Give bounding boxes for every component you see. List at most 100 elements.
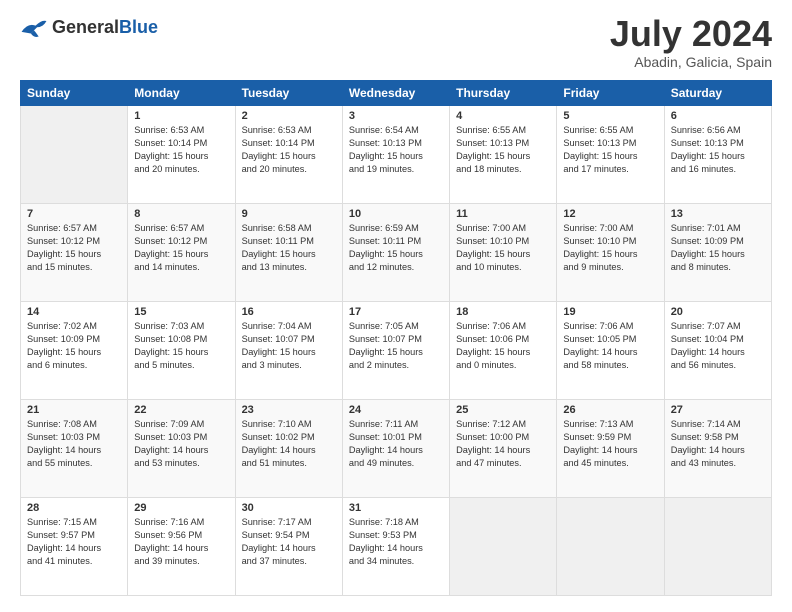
day-info: Sunrise: 6:57 AMSunset: 10:12 PMDaylight… [134, 222, 228, 274]
table-row: 12 Sunrise: 7:00 AMSunset: 10:10 PMDaylig… [557, 204, 664, 302]
table-row [664, 498, 771, 596]
table-row: 5 Sunrise: 6:55 AMSunset: 10:13 PMDayligh… [557, 106, 664, 204]
page: GeneralBlue July 2024 Abadin, Galicia, S… [0, 0, 792, 612]
day-info: Sunrise: 7:04 AMSunset: 10:07 PMDaylight… [242, 320, 336, 372]
day-number: 30 [242, 502, 336, 514]
day-info: Sunrise: 6:58 AMSunset: 10:11 PMDaylight… [242, 222, 336, 274]
table-row: 29 Sunrise: 7:16 AMSunset: 9:56 PMDayligh… [128, 498, 235, 596]
day-info: Sunrise: 7:14 AMSunset: 9:58 PMDaylight:… [671, 418, 765, 470]
day-info: Sunrise: 7:15 AMSunset: 9:57 PMDaylight:… [27, 516, 121, 568]
day-number: 8 [134, 208, 228, 220]
day-info: Sunrise: 6:57 AMSunset: 10:12 PMDaylight… [27, 222, 121, 274]
day-number: 27 [671, 404, 765, 416]
day-number: 3 [349, 110, 443, 122]
day-number: 5 [563, 110, 657, 122]
day-info: Sunrise: 6:54 AMSunset: 10:13 PMDaylight… [349, 124, 443, 176]
day-number: 20 [671, 306, 765, 318]
day-number: 21 [27, 404, 121, 416]
day-info: Sunrise: 6:55 AMSunset: 10:13 PMDaylight… [456, 124, 550, 176]
day-info: Sunrise: 7:18 AMSunset: 9:53 PMDaylight:… [349, 516, 443, 568]
col-wednesday: Wednesday [342, 81, 449, 106]
col-tuesday: Tuesday [235, 81, 342, 106]
table-row: 21Sunrise: 7:08 AMSunset: 10:03 PMDaylig… [21, 400, 128, 498]
day-number: 9 [242, 208, 336, 220]
day-info: Sunrise: 7:09 AMSunset: 10:03 PMDaylight… [134, 418, 228, 470]
table-row: 20Sunrise: 7:07 AMSunset: 10:04 PMDaylig… [664, 302, 771, 400]
table-row: 1 Sunrise: 6:53 AMSunset: 10:14 PMDayligh… [128, 106, 235, 204]
month-title: July 2024 [610, 16, 772, 52]
table-row: 7Sunrise: 6:57 AMSunset: 10:12 PMDayligh… [21, 204, 128, 302]
day-number: 13 [671, 208, 765, 220]
day-number: 16 [242, 306, 336, 318]
logo: GeneralBlue [20, 16, 158, 40]
col-sunday: Sunday [21, 81, 128, 106]
day-info: Sunrise: 7:01 AMSunset: 10:09 PMDaylight… [671, 222, 765, 274]
calendar-week-1: 1 Sunrise: 6:53 AMSunset: 10:14 PMDayligh… [21, 106, 772, 204]
day-info: Sunrise: 7:17 AMSunset: 9:54 PMDaylight:… [242, 516, 336, 568]
day-number: 1 [134, 110, 228, 122]
calendar-table: Sunday Monday Tuesday Wednesday Thursday… [20, 80, 772, 596]
table-row: 8 Sunrise: 6:57 AMSunset: 10:12 PMDayligh… [128, 204, 235, 302]
day-number: 15 [134, 306, 228, 318]
table-row: 2Sunrise: 6:53 AMSunset: 10:14 PMDayligh… [235, 106, 342, 204]
table-row: 19 Sunrise: 7:06 AMSunset: 10:05 PMDaylig… [557, 302, 664, 400]
day-info: Sunrise: 7:10 AMSunset: 10:02 PMDaylight… [242, 418, 336, 470]
table-row: 6Sunrise: 6:56 AMSunset: 10:13 PMDayligh… [664, 106, 771, 204]
day-info: Sunrise: 6:55 AMSunset: 10:13 PMDaylight… [563, 124, 657, 176]
table-row [450, 498, 557, 596]
day-info: Sunrise: 7:06 AMSunset: 10:06 PMDaylight… [456, 320, 550, 372]
col-thursday: Thursday [450, 81, 557, 106]
table-row: 3 Sunrise: 6:54 AMSunset: 10:13 PMDayligh… [342, 106, 449, 204]
table-row: 16 Sunrise: 7:04 AMSunset: 10:07 PMDaylig… [235, 302, 342, 400]
calendar-week-2: 7Sunrise: 6:57 AMSunset: 10:12 PMDayligh… [21, 204, 772, 302]
title-section: July 2024 Abadin, Galicia, Spain [610, 16, 772, 70]
location: Abadin, Galicia, Spain [610, 54, 772, 70]
logo-general: General [52, 17, 119, 37]
table-row: 22Sunrise: 7:09 AMSunset: 10:03 PMDaylig… [128, 400, 235, 498]
table-row [21, 106, 128, 204]
day-number: 24 [349, 404, 443, 416]
table-row: 9 Sunrise: 6:58 AMSunset: 10:11 PMDayligh… [235, 204, 342, 302]
calendar-week-5: 28 Sunrise: 7:15 AMSunset: 9:57 PMDayligh… [21, 498, 772, 596]
day-info: Sunrise: 7:00 AMSunset: 10:10 PMDaylight… [563, 222, 657, 274]
day-info: Sunrise: 7:02 AMSunset: 10:09 PMDaylight… [27, 320, 121, 372]
day-info: Sunrise: 7:16 AMSunset: 9:56 PMDaylight:… [134, 516, 228, 568]
table-row: 31 Sunrise: 7:18 AMSunset: 9:53 PMDayligh… [342, 498, 449, 596]
day-number: 25 [456, 404, 550, 416]
day-number: 11 [456, 208, 550, 220]
day-number: 18 [456, 306, 550, 318]
table-row: 30 Sunrise: 7:17 AMSunset: 9:54 PMDayligh… [235, 498, 342, 596]
day-info: Sunrise: 7:05 AMSunset: 10:07 PMDaylight… [349, 320, 443, 372]
day-info: Sunrise: 6:56 AMSunset: 10:13 PMDaylight… [671, 124, 765, 176]
day-number: 4 [456, 110, 550, 122]
day-number: 10 [349, 208, 443, 220]
table-row: 11Sunrise: 7:00 AMSunset: 10:10 PMDaylig… [450, 204, 557, 302]
logo-blue: Blue [119, 17, 158, 37]
day-info: Sunrise: 6:59 AMSunset: 10:11 PMDaylight… [349, 222, 443, 274]
header: GeneralBlue July 2024 Abadin, Galicia, S… [20, 16, 772, 70]
day-number: 29 [134, 502, 228, 514]
table-row: 23 Sunrise: 7:10 AMSunset: 10:02 PMDaylig… [235, 400, 342, 498]
day-number: 19 [563, 306, 657, 318]
logo-icon [20, 16, 48, 40]
day-number: 31 [349, 502, 443, 514]
table-row: 25 Sunrise: 7:12 AMSunset: 10:00 PMDaylig… [450, 400, 557, 498]
day-number: 17 [349, 306, 443, 318]
table-row [557, 498, 664, 596]
day-number: 2 [242, 110, 336, 122]
col-friday: Friday [557, 81, 664, 106]
day-number: 14 [27, 306, 121, 318]
day-info: Sunrise: 7:06 AMSunset: 10:05 PMDaylight… [563, 320, 657, 372]
col-monday: Monday [128, 81, 235, 106]
day-number: 12 [563, 208, 657, 220]
day-number: 23 [242, 404, 336, 416]
day-info: Sunrise: 7:12 AMSunset: 10:00 PMDaylight… [456, 418, 550, 470]
table-row: 10 Sunrise: 6:59 AMSunset: 10:11 PMDaylig… [342, 204, 449, 302]
table-row: 26Sunrise: 7:13 AMSunset: 9:59 PMDayligh… [557, 400, 664, 498]
table-row: 18 Sunrise: 7:06 AMSunset: 10:06 PMDaylig… [450, 302, 557, 400]
day-number: 28 [27, 502, 121, 514]
table-row: 4 Sunrise: 6:55 AMSunset: 10:13 PMDayligh… [450, 106, 557, 204]
day-info: Sunrise: 6:53 AMSunset: 10:14 PMDaylight… [134, 124, 228, 176]
table-row: 28 Sunrise: 7:15 AMSunset: 9:57 PMDayligh… [21, 498, 128, 596]
table-row: 27 Sunrise: 7:14 AMSunset: 9:58 PMDayligh… [664, 400, 771, 498]
